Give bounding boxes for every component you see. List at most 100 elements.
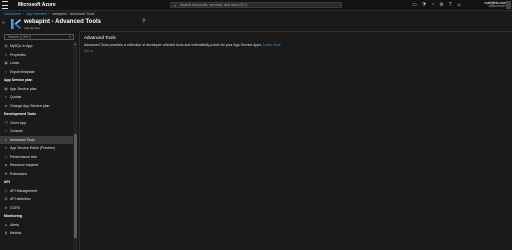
sidebar-item-label: Alerts <box>10 222 19 227</box>
sidebar-item-api-management[interactable]: ◎ API Management <box>0 187 73 196</box>
sidebar-item-mysql-in-app[interactable]: ▤ MySQL In App <box>0 42 73 51</box>
header-icons: ▭ ⧩ ◔ ⚙ ? ☺ <box>412 2 462 8</box>
sidebar-item-cors[interactable]: ⊕ CORS <box>0 204 73 213</box>
sidebar-item-app-service-plan[interactable]: ▦ App Service plan <box>0 85 73 94</box>
collapse-left-icon[interactable]: « <box>2 20 7 27</box>
sidebar-item-change-app-service-plan[interactable]: ⇄ Change App Service plan <box>0 102 73 111</box>
help-icon[interactable]: ? <box>449 2 452 8</box>
sidebar-item-label: Resource explorer <box>10 163 39 168</box>
sidebar-list: ▤ MySQL In App ≡ Properties ▣ Locks ⇪ Export te… <box>0 42 73 238</box>
sidebar-item-label: Metrics <box>10 231 22 236</box>
sidebar-item-label: Advanced Tools <box>10 137 35 142</box>
avatar[interactable] <box>506 1 511 9</box>
main-content: Advanced Tools Advanced Tools provides a… <box>84 35 504 53</box>
extensions-icon: ✚ <box>4 171 8 176</box>
sidebar-search-placeholder: Search (Ctrl+/) <box>8 35 31 39</box>
go-link[interactable]: Go ➔ <box>84 49 504 53</box>
breadcrumb-dashboard[interactable]: Dashboard <box>4 12 21 16</box>
api-definition-icon: ⌘ <box>4 197 8 201</box>
search-placeholder: Search resources, services, and docs (G+… <box>180 3 248 7</box>
gear-icon[interactable]: ⚙ <box>439 2 443 8</box>
sidebar-item-label: CORS <box>10 205 21 210</box>
sidebar-item-performance-test[interactable]: ◷ Performance test <box>0 153 73 162</box>
sidebar: Search (Ctrl+/) « ▤ MySQL In App ≡ Properti… <box>0 31 79 250</box>
page-subtitle: App Service <box>24 26 41 30</box>
sidebar-item-label: Console <box>10 129 23 134</box>
performance-icon: ◷ <box>4 154 8 159</box>
content-heading: Advanced Tools <box>84 35 116 40</box>
change-plan-icon: ⇄ <box>4 103 8 108</box>
sidebar-item-label: MySQL In App <box>10 44 33 49</box>
feedback-icon[interactable]: ☺ <box>457 2 462 8</box>
sidebar-item-locks[interactable]: ▣ Locks <box>0 59 73 68</box>
description-text: Advanced Tools provides a collection of … <box>84 43 262 47</box>
sidebar-item-label: Change App Service plan <box>10 103 50 108</box>
database-icon: ▤ <box>4 44 8 48</box>
user-directory: DIRECTORY <box>488 4 506 8</box>
quota-icon: ◐ <box>4 95 8 99</box>
sidebar-section-monitoring: Monitoring <box>4 214 23 219</box>
properties-icon: ≡ <box>4 52 8 57</box>
sidebar-item-quotas[interactable]: ◐ Quotas <box>0 93 73 102</box>
sidebar-item-app-service-editor-preview[interactable]: ✎ App Service Editor (Preview) <box>0 144 73 153</box>
sidebar-item-console[interactable]: › Console <box>0 127 73 136</box>
scroll-up-icon[interactable]: ▴ <box>73 42 77 46</box>
sidebar-divider <box>79 31 80 250</box>
lock-icon: ▣ <box>4 61 8 65</box>
filter-icon[interactable]: ⧩ <box>422 2 426 8</box>
sidebar-section-app-service-plan: App Service plan <box>4 78 33 83</box>
hamburger-menu-icon[interactable] <box>2 1 8 9</box>
editor-icon: ✎ <box>4 146 8 150</box>
breadcrumb-app-services[interactable]: App Services <box>26 12 47 16</box>
sidebar-item-extensions[interactable]: ✚ Extensions <box>0 170 73 179</box>
sidebar-collapse-icon[interactable]: « <box>69 34 71 39</box>
brand-title[interactable]: Microsoft Azure <box>18 2 56 8</box>
plan-icon: ▦ <box>4 86 8 91</box>
api-management-icon: ◎ <box>4 188 8 193</box>
kudu-app-icon <box>11 19 21 29</box>
sidebar-item-clone-app[interactable]: ❐ Clone App <box>0 119 73 128</box>
pin-icon[interactable]: ⚲ <box>142 18 146 24</box>
page-title: webapint - Advanced Tools <box>24 19 102 25</box>
sidebar-item-metrics[interactable]: ▮ Metrics <box>0 229 73 238</box>
console-icon: › <box>5 129 7 133</box>
terminal-icon[interactable]: ▭ <box>412 2 417 8</box>
sidebar-section-development-tools: Development Tools <box>4 112 37 117</box>
breadcrumb: Dashboard › App Services › webapiml - Advanc… <box>4 12 95 16</box>
sidebar-item-label: Export template <box>10 69 35 74</box>
explorer-icon: ◈ <box>4 163 8 167</box>
sidebar-scrollbar[interactable]: ▴ <box>73 42 77 250</box>
sidebar-item-label: Quotas <box>10 95 22 100</box>
sidebar-item-label: App Service plan <box>10 86 37 91</box>
sidebar-item-label: API definition <box>10 197 31 202</box>
sidebar-item-label: Extensions <box>10 171 28 176</box>
cors-icon: ⊕ <box>4 205 8 210</box>
sidebar-item-label: Performance test <box>10 154 37 159</box>
tools-icon: K <box>4 137 8 142</box>
search-icon: ⌕ <box>174 3 177 8</box>
user-account[interactable]: mail@hb.com DIRECTORY <box>478 1 506 9</box>
sidebar-item-advanced-tools[interactable]: K Advanced Tools <box>0 135 73 144</box>
sidebar-item-label: Clone App <box>10 120 27 125</box>
content-description: Advanced Tools provides a collection of … <box>84 43 284 48</box>
clone-icon: ❐ <box>4 120 8 125</box>
sidebar-item-label: API Management <box>10 188 38 193</box>
bell-icon[interactable]: ◔ <box>431 2 434 8</box>
global-search-input[interactable]: ⌕ Search resources, services, and docs (… <box>170 2 342 8</box>
breadcrumb-current: webapiml - Advanced Tools <box>52 12 95 16</box>
sidebar-item-label: App Service Editor (Preview) <box>10 146 55 151</box>
learn-more-link[interactable]: Learn More <box>263 43 281 47</box>
top-bar: Microsoft Azure ⌕ Search resources, serv… <box>0 0 512 11</box>
sidebar-item-api-definition[interactable]: ⌘ API definition <box>0 195 73 204</box>
sidebar-item-properties[interactable]: ≡ Properties <box>0 51 73 60</box>
sidebar-item-alerts[interactable]: ▲ Alerts <box>0 221 73 230</box>
scrollbar-thumb[interactable] <box>73 134 77 238</box>
sidebar-section-api: API <box>4 180 10 185</box>
sidebar-item-export-template[interactable]: ⇪ Export template <box>0 68 73 77</box>
sidebar-item-resource-explorer[interactable]: ◈ Resource explorer <box>0 161 73 170</box>
sidebar-item-label: Locks <box>10 61 20 66</box>
sidebar-search-input[interactable]: Search (Ctrl+/) <box>4 34 74 40</box>
export-icon: ⇪ <box>4 69 8 74</box>
alert-icon: ▲ <box>4 222 8 227</box>
metrics-icon: ▮ <box>5 231 7 235</box>
